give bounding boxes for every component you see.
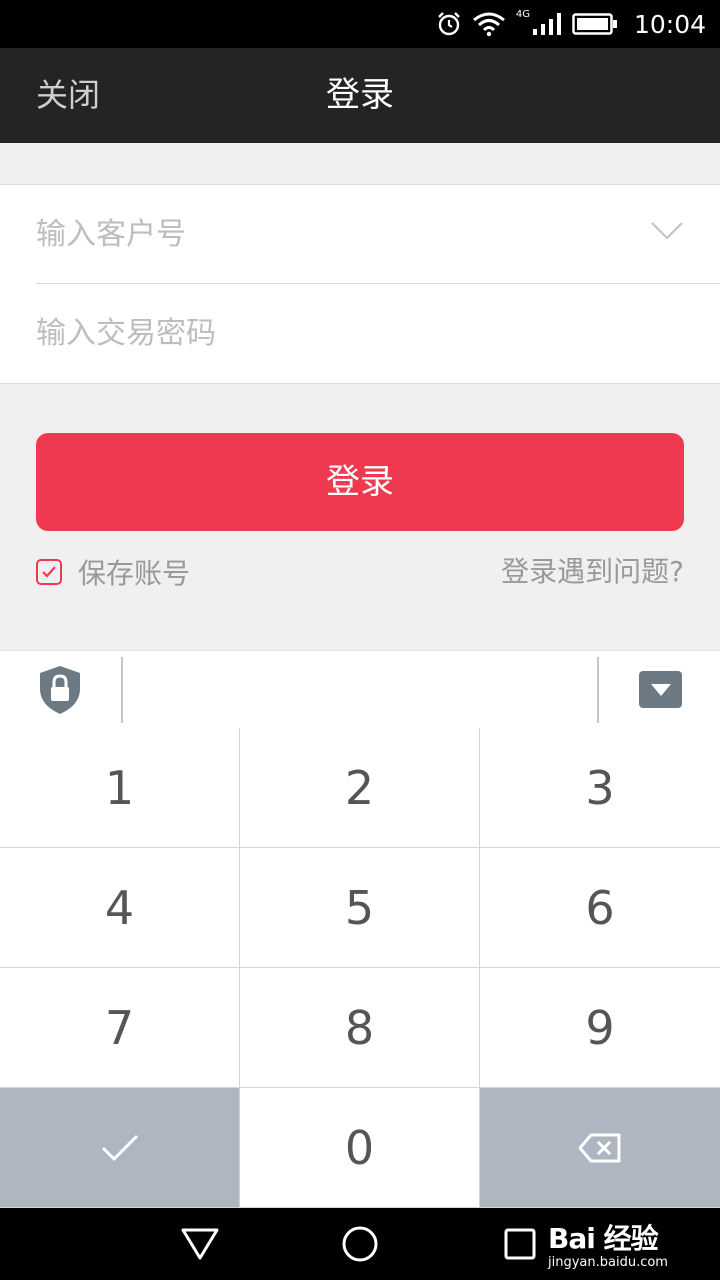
home-button[interactable] (320, 1208, 400, 1280)
keyboard-toolbar (0, 650, 720, 729)
key-9[interactable]: 9 (480, 968, 720, 1087)
password-field[interactable]: 输入交易密码 (36, 284, 720, 382)
password-input[interactable]: 输入交易密码 (36, 284, 216, 382)
key-1[interactable]: 1 (0, 728, 239, 847)
hide-keyboard-button[interactable] (639, 671, 682, 708)
key-7[interactable]: 7 (0, 968, 239, 1087)
key-4[interactable]: 4 (0, 848, 239, 967)
toolbar-divider (597, 657, 599, 723)
alarm-icon (437, 12, 460, 36)
key-0[interactable]: 0 (240, 1088, 479, 1207)
toolbar-divider (121, 657, 123, 723)
save-account-toggle[interactable]: 保存账号 (36, 552, 190, 592)
status-icons: 4G 10:04 (436, 0, 720, 48)
network-type: 4G (515, 8, 530, 20)
numeric-keypad: 1 2 3 4 5 6 7 8 9 0 (0, 728, 720, 1208)
title-bar: 关闭 登录 (0, 48, 720, 143)
status-time: 10:04 (633, 9, 706, 39)
page-title: 登录 (326, 75, 394, 115)
backspace-icon (578, 1133, 621, 1162)
key-2[interactable]: 2 (240, 728, 479, 847)
key-5[interactable]: 5 (240, 848, 479, 967)
check-icon (101, 1134, 138, 1161)
wifi-icon (472, 12, 505, 37)
recents-square-icon (504, 1228, 536, 1260)
battery-icon (572, 13, 617, 35)
confirm-key[interactable] (0, 1088, 239, 1207)
watermark-logo: Bai 经验 (548, 1222, 659, 1255)
baidu-watermark: Bai 经验 jingyan.baidu.com (548, 1217, 678, 1273)
shield-lock-icon (40, 666, 80, 714)
triangle-down-icon (650, 683, 671, 696)
key-6[interactable]: 6 (480, 848, 720, 967)
login-button[interactable]: 登录 (36, 433, 684, 531)
status-bar: 4G 10:04 (0, 0, 720, 48)
checkmark-icon (42, 566, 56, 578)
back-button[interactable] (160, 1208, 240, 1280)
key-3[interactable]: 3 (480, 728, 720, 847)
back-triangle-icon (181, 1228, 219, 1260)
account-input[interactable]: 输入客户号 (36, 185, 186, 283)
close-button[interactable]: 关闭 (36, 48, 100, 143)
account-field[interactable]: 输入客户号 (36, 185, 720, 284)
signal-icon (532, 13, 561, 35)
backspace-key[interactable] (480, 1088, 720, 1207)
chevron-down-icon[interactable] (650, 221, 684, 241)
watermark-url: jingyan.baidu.com (548, 1255, 668, 1270)
home-circle-icon (342, 1226, 378, 1262)
save-account-label: 保存账号 (78, 557, 191, 590)
login-form: 输入客户号 输入交易密码 (0, 184, 720, 384)
save-account-checkbox[interactable] (36, 559, 62, 585)
login-help-link[interactable]: 登录遇到问题? (501, 552, 684, 592)
key-8[interactable]: 8 (240, 968, 479, 1087)
